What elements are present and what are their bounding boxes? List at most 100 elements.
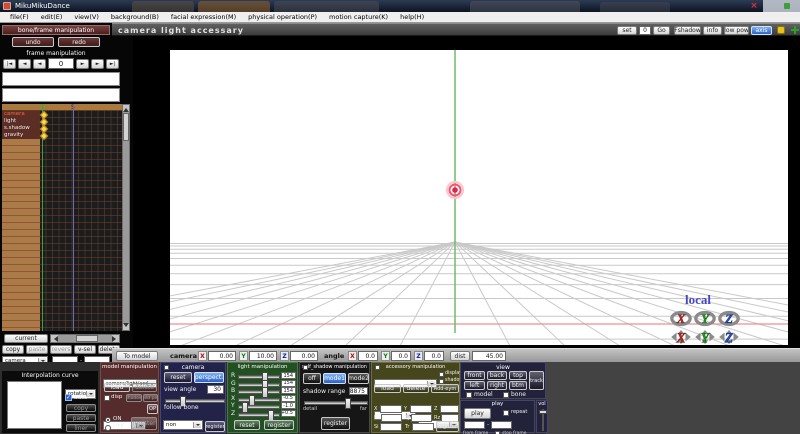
shadow-mode1-button[interactable]: mode1 [323,373,346,384]
on-radio[interactable] [105,417,111,423]
light-g-slider[interactable] [238,379,280,391]
timeline-row-gravity[interactable]: gravity [2,132,40,139]
timeline-vscrollbar[interactable] [122,104,130,331]
view-model-checkbox[interactable] [466,392,472,398]
viewport-3d[interactable]: local X Y Z X Y Z [133,36,800,348]
acc-ry-input[interactable] [411,414,432,422]
view-back-button[interactable]: back [487,371,507,380]
menu-item-edit[interactable]: edit(E) [35,13,69,21]
play-start-input[interactable] [464,421,485,429]
acc-y-input[interactable] [410,405,432,413]
acc-tr-input[interactable] [412,423,434,431]
dist-input[interactable]: 45.00 [472,351,506,361]
view-left-button[interactable]: left [464,381,485,390]
angle-y-input[interactable]: 0.0 [391,351,411,361]
set-button[interactable]: set [617,26,637,35]
light-r-slider[interactable] [238,372,280,383]
timeline-row-shadow[interactable]: s.shadow [2,125,40,132]
acc-x-input[interactable] [380,405,402,413]
model-shadow-button[interactable]: shadow [126,394,142,402]
accessory-register-button[interactable]: register [436,421,459,432]
camera-register-button[interactable]: register [205,421,225,432]
model-register-button[interactable]: register [131,417,157,430]
rotate-x-handle[interactable]: X [670,310,692,327]
perspective-button[interactable]: perspect. [194,372,224,383]
play-button[interactable]: play [464,408,491,419]
frame-next5-button[interactable]: ► [91,59,104,69]
go-frame-input[interactable]: 0 [639,26,651,35]
shadow-range-value[interactable]: 8875 [349,387,368,395]
interp-paste-button[interactable]: paste [66,414,96,422]
frame-first-button[interactable]: |◄ [3,59,16,69]
self-shadow-toggle[interactable] [303,365,308,370]
accessory-load-button[interactable]: load [374,384,401,393]
light-reset-button[interactable]: reset [234,420,260,430]
view-bottom-button[interactable]: btm [509,381,527,390]
timeline-row-light[interactable]: light [2,118,40,125]
frame-prev-button[interactable]: ◄ [33,59,46,69]
hscroll-thumb[interactable] [76,335,98,342]
interp-copy-button[interactable]: copy [66,404,96,412]
auto-checkbox[interactable] [65,394,72,401]
scroll-up-icon[interactable] [123,105,129,112]
repeat-checkbox[interactable] [503,410,509,416]
vsel-button[interactable]: v-sel [74,345,96,354]
view-front-button[interactable]: front [464,371,485,380]
redo-button[interactable]: redo [58,37,100,47]
view-bone-checkbox[interactable] [503,392,509,398]
move-x-handle[interactable]: X [670,329,692,347]
move-y-handle[interactable]: Y [694,329,716,347]
view-right-button[interactable]: right [487,381,507,390]
menu-item-facial-expression[interactable]: facial expression(M) [165,13,242,21]
scroll-left-icon[interactable] [51,335,58,342]
light-register-button[interactable]: register [264,420,294,430]
scroll-right-icon[interactable] [112,335,119,342]
render-area[interactable]: local X Y Z X Y Z [170,50,788,347]
play-end-input[interactable] [491,421,512,429]
view-angle-slider[interactable] [165,396,225,407]
close-icon[interactable]: × [748,0,760,11]
frame-last-button[interactable]: ►| [106,59,119,69]
go-button[interactable]: Go [653,26,670,35]
frame-number-input[interactable]: 0 [48,58,74,69]
menu-item-view[interactable]: view(V) [68,13,105,21]
paste-button[interactable]: paste [26,345,48,354]
interp-liner-button[interactable]: liner [66,424,96,432]
frame-prev5-button[interactable]: ◄ [18,59,31,69]
accessory-display-checkbox[interactable] [439,372,444,377]
plus-icon[interactable] [791,26,799,34]
shadow-mode2-button[interactable]: mode2 [348,373,369,384]
timeline-row-camera[interactable]: camera [2,111,40,118]
light-b-slider[interactable] [238,387,280,398]
interpolation-curve-box[interactable] [7,381,62,429]
screenshot-icon[interactable] [777,26,785,34]
accessory-addeym-button[interactable]: Add-eym [431,384,459,393]
acc-z-input[interactable] [440,405,459,413]
menu-item-help[interactable]: help(H) [394,13,430,21]
info-button[interactable]: info [703,26,722,35]
low-power-button[interactable]: low pow [724,26,749,35]
shadow-register-button[interactable]: register [321,417,350,430]
accessory-delete-button[interactable]: delete [403,384,429,393]
timeline[interactable]: 0 5 camera light s.shadow gravity [2,104,130,331]
rotate-y-handle[interactable]: Y [694,310,716,327]
frame-list-box[interactable] [2,88,120,102]
axis-toggle-button[interactable]: axis [751,26,772,35]
model-addpnt-button[interactable]: add pnt [143,394,158,402]
frame-next-button[interactable]: ► [76,59,89,69]
disp-checkbox[interactable] [104,395,110,401]
light-x-slider[interactable] [238,394,280,406]
fshadow-button[interactable]: Fshadow [674,26,701,35]
view-top-button[interactable]: top [509,371,527,380]
menu-item-background[interactable]: background(B) [105,13,165,21]
camera-reset-button[interactable]: reset [164,372,192,383]
op-button[interactable]: OP [147,404,158,414]
angle-x-input[interactable]: 0.0 [358,351,378,361]
move-z-handle[interactable]: Z [718,329,740,347]
menu-item-physical-operation[interactable]: physical operation(P) [242,13,323,21]
view-track-button[interactable]: track [529,371,544,390]
light-y-slider[interactable] [238,402,280,413]
shadow-range-slider[interactable] [304,398,368,409]
current-button[interactable]: current [4,334,48,343]
reverse-button[interactable]: revers [50,345,72,354]
